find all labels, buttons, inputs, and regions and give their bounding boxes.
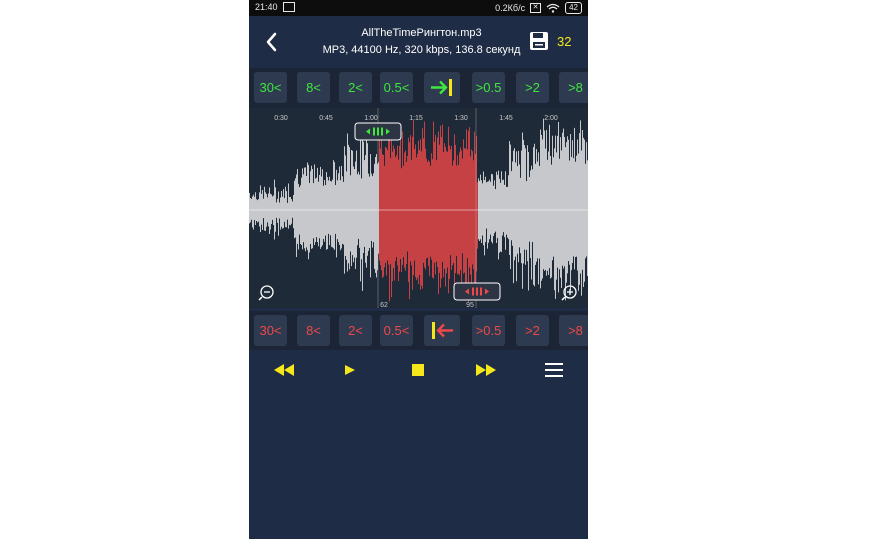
end-back-05-button[interactable]: 0.5< bbox=[380, 315, 413, 346]
bar-arrow-left-icon bbox=[432, 322, 453, 339]
zoom-in-icon[interactable] bbox=[561, 285, 577, 301]
tick-label: 1:45 bbox=[499, 115, 513, 122]
end-controls: 30< 8< 2< 0.5< >0.5 >2 >8 bbox=[249, 311, 588, 351]
header: AllTheTimeРингтон.mp3 MP3, 44100 Hz, 320… bbox=[249, 16, 588, 68]
zoom-out-icon[interactable] bbox=[258, 285, 274, 301]
wifi-icon bbox=[546, 3, 560, 13]
start-fwd-8-button[interactable]: >8 bbox=[559, 72, 588, 103]
set-start-button[interactable] bbox=[424, 72, 460, 103]
phone-screen: 21:40 0.2Кб/с ✕ 42 AllTheTimeРингтон.mp3… bbox=[249, 0, 588, 539]
status-time: 21:40 bbox=[255, 2, 278, 12]
end-back-8-button[interactable]: 8< bbox=[297, 315, 330, 346]
start-fwd-2-button[interactable]: >2 bbox=[516, 72, 549, 103]
set-end-button[interactable] bbox=[424, 315, 460, 346]
start-marker-label: 62 bbox=[380, 302, 388, 308]
mail-icon bbox=[282, 2, 295, 12]
tick-label: 0:45 bbox=[319, 115, 333, 122]
status-bar: 21:40 0.2Кб/с ✕ 42 bbox=[249, 0, 588, 16]
play-icon[interactable] bbox=[342, 358, 358, 382]
menu-icon[interactable] bbox=[544, 358, 564, 382]
end-fwd-8-button[interactable]: >8 bbox=[559, 315, 588, 346]
transport-controls bbox=[249, 350, 588, 390]
chevron-left-icon[interactable] bbox=[263, 30, 281, 54]
start-controls: 30< 8< 2< 0.5< >0.5 >2 >8 bbox=[249, 68, 588, 108]
end-back-2-button[interactable]: 2< bbox=[339, 315, 372, 346]
floppy-icon[interactable] bbox=[528, 30, 550, 52]
tick-label: 2:00 bbox=[544, 115, 558, 122]
waveform-canvas[interactable]: 0:30 0:45 1:00 1:15 1:30 1:45 2:00 62 95 bbox=[249, 108, 588, 308]
start-back-30-button[interactable]: 30< bbox=[254, 72, 287, 103]
end-handle[interactable] bbox=[453, 282, 501, 301]
tick-label: 1:30 bbox=[454, 115, 468, 122]
network-speed: 0.2Кб/с bbox=[495, 3, 526, 13]
end-fwd-2-button[interactable]: >2 bbox=[516, 315, 549, 346]
waveform-bars bbox=[249, 118, 588, 302]
battery-indicator: 42 bbox=[565, 2, 582, 14]
start-handle[interactable] bbox=[354, 122, 402, 141]
saved-count: 32 bbox=[557, 34, 572, 49]
tick-label: 1:00 bbox=[364, 115, 378, 122]
stop-icon[interactable] bbox=[410, 358, 426, 382]
end-fwd-05-button[interactable]: >0.5 bbox=[472, 315, 505, 346]
tick-label: 1:15 bbox=[409, 115, 423, 122]
waveform-editor[interactable]: 0:30 0:45 1:00 1:15 1:30 1:45 2:00 62 95 bbox=[249, 108, 588, 308]
rewind-icon[interactable] bbox=[271, 358, 297, 382]
file-title: AllTheTimeРингтон.mp3 bbox=[361, 27, 482, 39]
start-back-05-button[interactable]: 0.5< bbox=[380, 72, 413, 103]
end-marker-label: 95 bbox=[466, 302, 474, 308]
tick-label: 0:30 bbox=[274, 115, 288, 122]
end-back-30-button[interactable]: 30< bbox=[254, 315, 287, 346]
arrow-to-bar-right-icon bbox=[431, 79, 452, 96]
start-back-2-button[interactable]: 2< bbox=[339, 72, 372, 103]
start-back-8-button[interactable]: 8< bbox=[297, 72, 330, 103]
sim-off-icon: ✕ bbox=[530, 3, 542, 13]
file-info: MP3, 44100 Hz, 320 kbps, 136.8 секунд bbox=[322, 44, 521, 56]
start-fwd-05-button[interactable]: >0.5 bbox=[472, 72, 505, 103]
fast-forward-icon[interactable] bbox=[473, 358, 499, 382]
